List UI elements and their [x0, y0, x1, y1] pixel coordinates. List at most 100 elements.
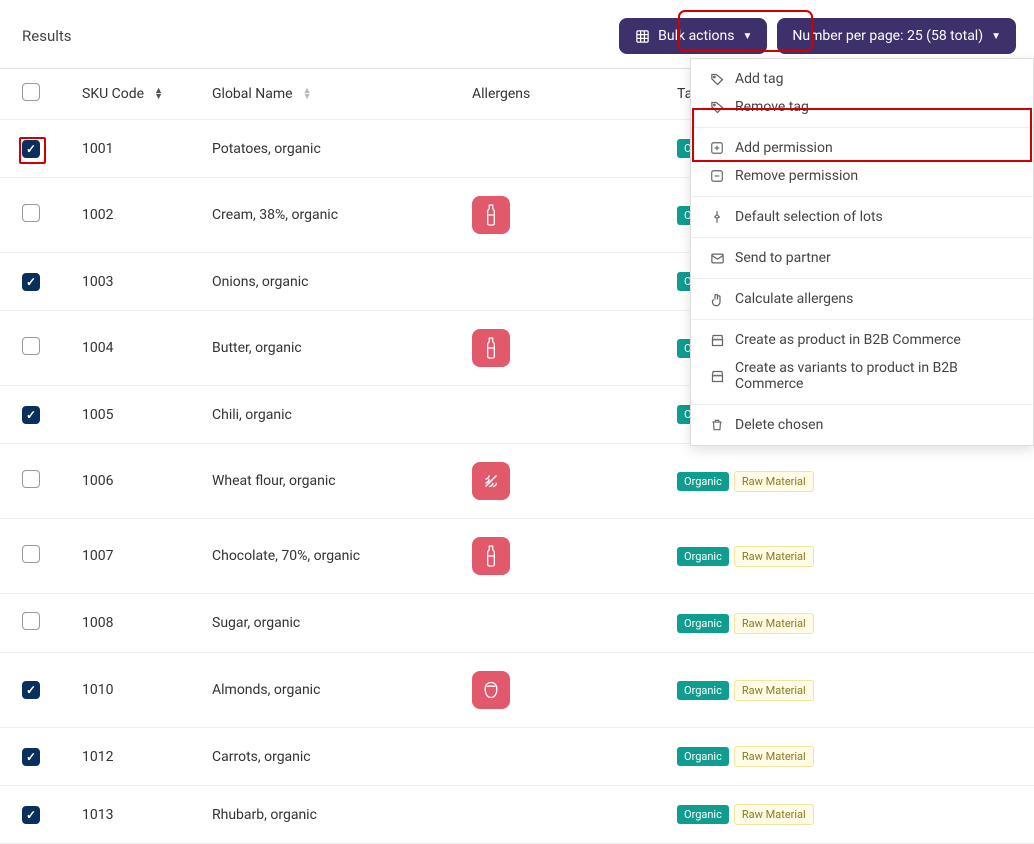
separator: [691, 404, 1033, 405]
menu-delete-chosen[interactable]: Delete chosen: [691, 411, 1033, 439]
tags-cell: OrganicRaw Material: [677, 546, 1012, 567]
menu-create-variants[interactable]: Create as variants to product in B2B Com…: [691, 354, 1033, 398]
tags-cell: OrganicRaw Material: [677, 746, 1012, 767]
name-cell: Chili, organic: [212, 407, 472, 423]
menu-add-permission[interactable]: Add permission: [691, 134, 1033, 162]
allergens-cell: [472, 462, 677, 500]
sku-cell: 1012: [82, 749, 212, 765]
bottle-allergen-icon: [472, 329, 510, 367]
sku-cell: 1002: [82, 207, 212, 223]
envelope-icon: [709, 250, 725, 266]
menu-default-selection[interactable]: Default selection of lots: [691, 203, 1033, 231]
row-checkbox[interactable]: [22, 337, 40, 355]
sku-cell: 1010: [82, 682, 212, 698]
menu-send-partner[interactable]: Send to partner: [691, 244, 1033, 272]
tags-cell: Organic Raw Material: [677, 471, 1012, 492]
badge-raw-material: Raw Material: [734, 471, 814, 492]
tag-icon: [709, 71, 725, 87]
table-row[interactable]: 1008Sugar, organic Organic Raw Material: [0, 594, 1034, 653]
highlight-checkbox: [19, 137, 46, 164]
topbar-actions: Bulk actions ▼ Number per page: 25 (58 t…: [619, 18, 1016, 54]
name-cell: Sugar, organic: [212, 615, 472, 631]
name-cell: Potatoes, organic: [212, 141, 472, 157]
badge-organic: Organic: [677, 614, 729, 633]
menu-add-tag[interactable]: Add tag: [691, 65, 1033, 93]
separator: [691, 127, 1033, 128]
menu-label: Create as variants to product in B2B Com…: [735, 360, 1015, 392]
column-label: Allergens: [472, 86, 530, 102]
menu-remove-permission[interactable]: Remove permission: [691, 162, 1033, 190]
row-checkbox[interactable]: [22, 612, 40, 630]
shop-icon: [709, 332, 725, 348]
column-header-name[interactable]: Global Name ▲▼: [212, 86, 472, 102]
row-checkbox[interactable]: [22, 545, 40, 563]
bulk-actions-label: Bulk actions: [658, 28, 734, 44]
badge-raw-material: Raw Material: [734, 613, 814, 634]
plus-square-icon: [709, 140, 725, 156]
row-checkbox[interactable]: [22, 748, 40, 766]
menu-label: Add permission: [735, 140, 833, 156]
page-size-button[interactable]: Number per page: 25 (58 total) ▼: [777, 18, 1016, 54]
menu-label: Remove tag: [735, 99, 809, 115]
badge-raw-material: Raw Material: [734, 746, 814, 767]
table-row[interactable]: 1012Carrots, organic OrganicRaw Material: [0, 728, 1034, 786]
row-checkbox[interactable]: [22, 204, 40, 222]
badge-raw-material: Raw Material: [734, 546, 814, 567]
table-row[interactable]: 1013Rhubarb, organic OrganicRaw Material: [0, 786, 1034, 844]
allergens-cell: [472, 329, 677, 367]
column-label: Global Name: [212, 86, 293, 102]
menu-label: Send to partner: [735, 250, 831, 266]
menu-remove-tag[interactable]: Remove tag: [691, 93, 1033, 121]
separator: [691, 196, 1033, 197]
name-cell: Cream, 38%, organic: [212, 207, 472, 223]
table-row[interactable]: 1007Chocolate, 70%, organicOrganicRaw Ma…: [0, 519, 1034, 594]
sku-cell: 1013: [82, 807, 212, 823]
name-cell: Almonds, organic: [212, 682, 472, 698]
topbar: Results Bulk actions ▼ Number per page: …: [0, 0, 1034, 69]
hand-icon: [709, 291, 725, 307]
table-row[interactable]: 1010Almonds, organic OrganicRaw Material: [0, 653, 1034, 728]
menu-label: Add tag: [735, 71, 783, 87]
badge-organic: Organic: [677, 472, 729, 491]
menu-create-product[interactable]: Create as product in B2B Commerce: [691, 326, 1033, 354]
row-checkbox[interactable]: [22, 406, 40, 424]
nut-allergen-icon: [472, 671, 510, 709]
allergens-cell: [472, 537, 677, 575]
row-checkbox[interactable]: [22, 681, 40, 699]
menu-label: Remove permission: [735, 168, 858, 184]
badge-raw-material: Raw Material: [734, 804, 814, 825]
row-checkbox[interactable]: [22, 273, 40, 291]
column-header-sku[interactable]: SKU Code ▲▼: [82, 86, 212, 102]
table-row[interactable]: 1006Wheat flour, organicOrganicRaw Mater…: [0, 444, 1034, 519]
name-cell: Butter, organic: [212, 340, 472, 356]
row-checkbox[interactable]: [22, 470, 40, 488]
row-checkbox[interactable]: [22, 140, 40, 158]
menu-label: Calculate allergens: [735, 291, 853, 307]
name-cell: Rhubarb, organic: [212, 807, 472, 823]
name-cell: Wheat flour, organic: [212, 473, 472, 489]
tags-cell: OrganicRaw Material: [677, 680, 1012, 701]
badge-raw-material: Raw Material: [734, 680, 814, 701]
trash-icon: [709, 417, 725, 433]
sku-cell: 1005: [82, 407, 212, 423]
separator: [691, 319, 1033, 320]
menu-calculate-allergens[interactable]: Calculate allergens: [691, 285, 1033, 313]
separator: [691, 237, 1033, 238]
name-cell: Carrots, organic: [212, 749, 472, 765]
bulk-actions-button[interactable]: Bulk actions ▼: [619, 18, 767, 54]
menu-label: Delete chosen: [735, 417, 823, 433]
bulk-actions-dropdown: Add tag Remove tag Add permission Remove…: [690, 58, 1034, 446]
column-header-allergens: Allergens: [472, 86, 677, 102]
name-cell: Chocolate, 70%, organic: [212, 548, 472, 564]
allergens-cell: [472, 196, 677, 234]
sku-cell: 1008: [82, 615, 212, 631]
tags-cell: OrganicRaw Material: [677, 804, 1012, 825]
wheat-allergen-icon: [472, 462, 510, 500]
allergens-cell: [472, 671, 677, 709]
bottle-allergen-icon: [472, 196, 510, 234]
sku-cell: 1004: [82, 340, 212, 356]
row-checkbox[interactable]: [22, 806, 40, 824]
select-all-checkbox[interactable]: [22, 83, 40, 101]
tag-icon: [709, 99, 725, 115]
minus-square-icon: [709, 168, 725, 184]
